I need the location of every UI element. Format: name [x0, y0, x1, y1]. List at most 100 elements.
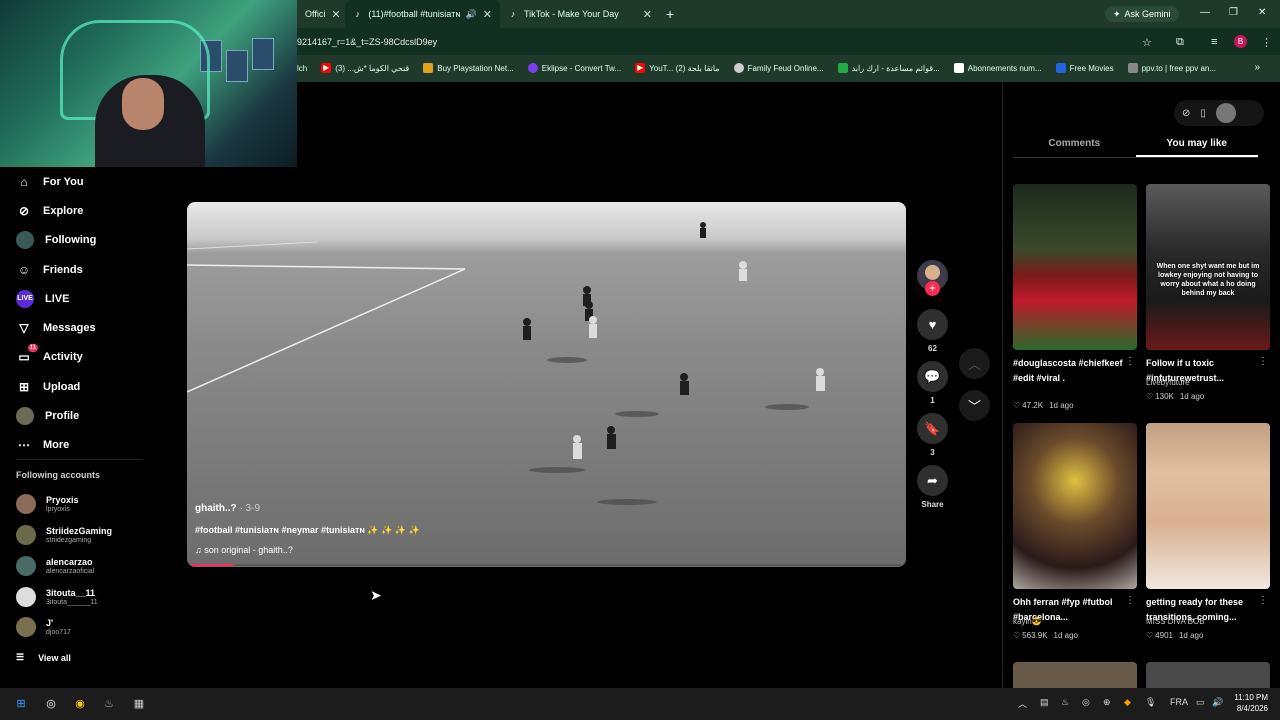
video-thumbnail[interactable]: When one shyt want me but im lowkey enjo…	[1146, 184, 1270, 350]
menu-dots-icon[interactable]: ⋮	[1261, 36, 1272, 49]
share-button[interactable]: ➦ Share	[917, 465, 948, 509]
more-options-icon[interactable]: ⋮	[1258, 356, 1268, 367]
video-thumbnail[interactable]	[1146, 423, 1270, 589]
system-clock[interactable]: 11:10 PM 8/4/2026	[1224, 692, 1268, 714]
volume-icon[interactable]: 🔊	[1212, 697, 1223, 708]
video-progress-bar[interactable]	[191, 564, 902, 566]
bookmark-icon: 🔖	[917, 413, 948, 444]
steam-tray-icon[interactable]: ♨	[1061, 697, 1069, 708]
sidebar-item-following[interactable]: Following	[0, 226, 150, 255]
video-thumbnail[interactable]	[1013, 184, 1137, 350]
bookmark-item[interactable]: Buy Playstation Net...	[423, 63, 514, 73]
tray-icon[interactable]: ◎	[1082, 697, 1090, 708]
video-caption[interactable]: #football #tunisiaᴛɴ #neymar #tunisiaᴛɴ …	[195, 525, 420, 536]
follow-plus-button[interactable]: +	[925, 281, 940, 296]
sidebar-item-explore[interactable]: ⊘ Explore	[0, 196, 150, 225]
bookmark-item[interactable]: ▶ YouT... ماتقا بلحة (2)	[635, 63, 720, 73]
tab-you-may-like[interactable]: You may like	[1135, 132, 1258, 157]
media-icon[interactable]: ≡	[1211, 36, 1217, 48]
address-bar[interactable]: 9214167_r=1&_t=ZS-98CdcslD9ey	[297, 28, 1280, 55]
bookmark-item[interactable]: Free Movies	[1055, 63, 1114, 73]
close-icon[interactable]: ✕	[325, 8, 340, 21]
heart-icon: ♥	[917, 309, 948, 340]
tab-tiktok-home[interactable]: ♪ TikTok - Make Your Day ✕	[500, 0, 660, 28]
recommended-video-card[interactable]: getting ready for these transitions, com…	[1146, 423, 1270, 640]
youtube-icon: ▶	[321, 63, 332, 73]
following-account[interactable]: StriidezGaming striidezgaming	[16, 525, 112, 545]
bookmark-item[interactable]: قوائم مساعدة - ارك رابد...	[837, 63, 940, 73]
video-sound[interactable]: ♫ son original - ghaith..?	[195, 545, 293, 555]
upload-icon: ⊞	[18, 379, 30, 394]
chrome-icon[interactable]: ◉	[71, 695, 89, 713]
video-author[interactable]: ghaith..? · 3-9	[195, 503, 260, 514]
recommended-video-card[interactable]: When one shyt want me but im lowkey enjo…	[1146, 184, 1270, 401]
streamer-head	[122, 78, 164, 130]
url-text[interactable]: 9214167_r=1&_t=ZS-98CdcslD9ey	[297, 37, 437, 47]
profile-icon	[16, 407, 34, 426]
video-player[interactable]	[187, 202, 906, 567]
sidebar-item-friends[interactable]: ☺ Friends	[0, 255, 150, 284]
speaker-icon[interactable]: 🔊	[466, 9, 477, 20]
like-button[interactable]: ♥ 62	[917, 309, 948, 353]
bookmark-item[interactable]: Family Feud Online...	[733, 63, 824, 73]
bookmark-item[interactable]: ppv.to | free ppv an...	[1127, 63, 1216, 73]
new-tab-icon[interactable]: +	[666, 6, 674, 22]
save-button[interactable]: 🔖 3	[917, 413, 948, 457]
comment-button[interactable]: 💬 1	[917, 361, 948, 405]
tab-comments[interactable]: Comments	[1013, 132, 1136, 157]
bookmark-item[interactable]: lch	[297, 64, 307, 73]
video-thumbnail[interactable]	[1146, 662, 1270, 688]
view-all-link[interactable]: ☰ View all	[16, 652, 71, 663]
bookmark-item[interactable]: Abonnements num...	[953, 63, 1042, 73]
windows-start-icon[interactable]: ⊞	[12, 695, 30, 713]
more-options-icon[interactable]: ⋮	[1125, 356, 1135, 367]
video-thumbnail[interactable]	[1013, 662, 1137, 688]
sidebar-item-profile[interactable]: Profile	[0, 401, 150, 430]
more-options-icon[interactable]: ⋮	[1258, 595, 1268, 606]
profile-avatar[interactable]: B	[1234, 35, 1247, 48]
tray-icon[interactable]: ◆	[1124, 697, 1131, 708]
sidebar-item-for-you[interactable]: ⌂ For You	[0, 167, 150, 196]
video-thumbnail[interactable]	[1013, 423, 1137, 589]
extensions-icon[interactable]: ⧉	[1176, 36, 1184, 49]
next-video-button[interactable]: ﹀	[959, 390, 990, 421]
close-icon[interactable]: ✕	[477, 8, 492, 21]
close-icon[interactable]: ✕	[637, 8, 652, 21]
bookmark-item[interactable]: ▶ قنحي الكوما *ش... (3)	[321, 63, 409, 73]
ask-gemini-button[interactable]: ✦ Ask Gemini	[1105, 6, 1179, 22]
following-account[interactable]: J' djoo717	[16, 617, 71, 637]
network-icon[interactable]: ▭	[1196, 697, 1205, 708]
more-options-icon[interactable]: ⋮	[1125, 595, 1135, 606]
tab-tiktok-video[interactable]: ♪(11)#football #tunisiaᴛɴ #n🔊✕	[345, 0, 500, 28]
tray-icon[interactable]: ▤	[1040, 697, 1049, 708]
following-account[interactable]: 3itouta__11 3itouta______11	[16, 587, 98, 607]
sidebar-item-upload[interactable]: ⊞ Upload	[0, 372, 150, 401]
sidebar-item-messages[interactable]: ▽ Messages	[0, 313, 150, 342]
minimize-icon[interactable]: —	[1200, 7, 1210, 18]
user-avatar[interactable]	[1215, 103, 1236, 123]
recommended-video-card[interactable]: #douglascosta #chiefkeef #edit #viral . …	[1013, 184, 1137, 410]
device-icon[interactable]: ▯	[1200, 108, 1206, 119]
restore-icon[interactable]: ❐	[1229, 7, 1238, 18]
steam-icon[interactable]: ♨	[100, 695, 118, 713]
app-icon[interactable]: ◎	[42, 695, 60, 713]
sidebar-item-more[interactable]: ⋯ More	[0, 431, 150, 460]
following-account[interactable]: Pryoxis lpryoxis	[16, 494, 79, 514]
sidebar-item-live[interactable]: LIVE LIVE	[0, 284, 150, 313]
microphone-icon[interactable]: 🎙	[1145, 697, 1156, 708]
chevron-up-icon[interactable]: ︿	[1018, 697, 1027, 710]
heart-outline-icon: ♡	[1013, 631, 1021, 640]
language-indicator[interactable]: FRA	[1170, 697, 1188, 707]
recommended-video-card[interactable]: Ohh ferran #fyp #futbol #barcelona... ⋮ …	[1013, 423, 1137, 640]
bookmark-item[interactable]: Eklipse - Convert Tw...	[527, 63, 621, 73]
sidebar-item-activity[interactable]: ▭ 11 Activity	[0, 343, 150, 372]
previous-video-button[interactable]: ︿	[959, 348, 990, 379]
following-account[interactable]: alencarzao alencarzaoficial	[16, 556, 94, 576]
app-grid-icon[interactable]: ▦	[130, 695, 148, 713]
close-window-icon[interactable]: ✕	[1258, 7, 1266, 18]
tray-icon[interactable]: ⊕	[1103, 697, 1111, 708]
tab-official[interactable]: Offici ✕	[297, 0, 345, 28]
compass-icon[interactable]: ⊘	[1182, 108, 1190, 119]
star-icon[interactable]: ☆	[1142, 36, 1152, 49]
bookmarks-overflow-icon[interactable]: »	[1254, 62, 1260, 73]
